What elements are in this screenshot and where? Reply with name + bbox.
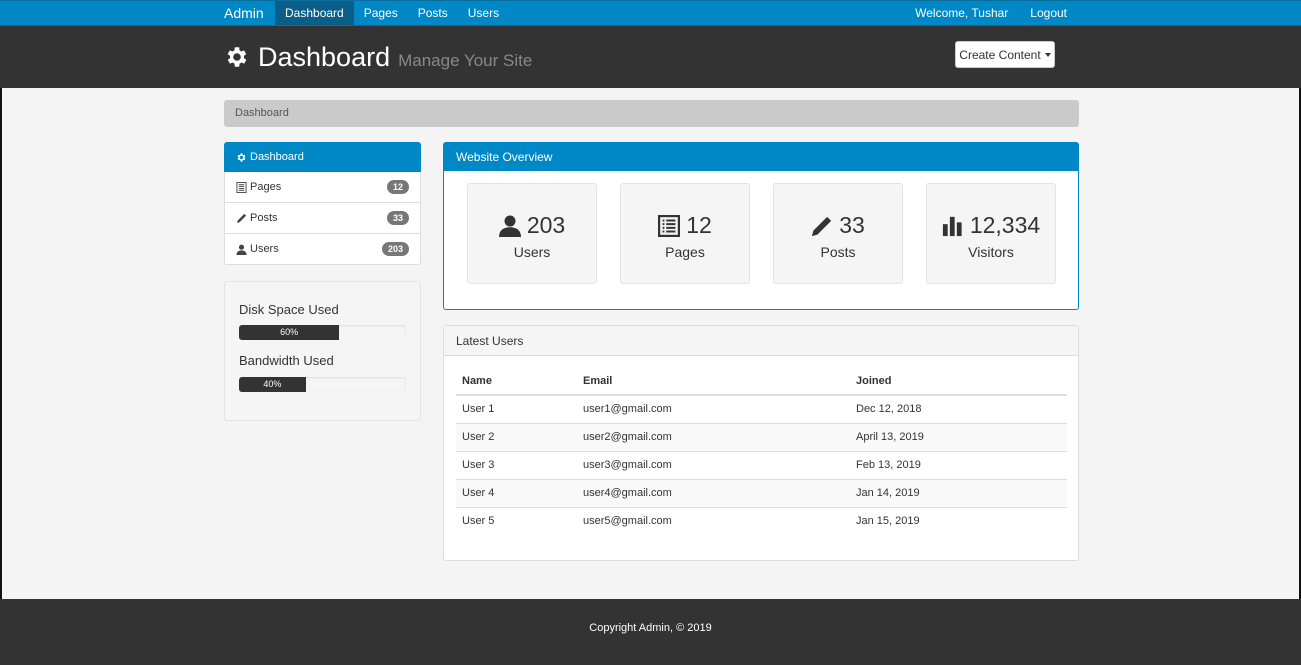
column-header: Joined <box>850 367 1067 396</box>
cell-email: user3@gmail.com <box>577 450 850 479</box>
brand-link[interactable]: Admin <box>224 1 264 25</box>
stat-label: Users <box>513 244 551 260</box>
cell-name: User 5 <box>456 506 577 535</box>
cell-email: user5@gmail.com <box>577 506 850 535</box>
breadcrumb: Dashboard <box>224 100 1079 127</box>
sidebar-menu: Dashboard Pages 12 Posts 33 Users 203 <box>224 142 421 265</box>
stat-posts: 33 Posts <box>773 183 903 284</box>
sidebar-item-label: Pages <box>250 181 282 193</box>
list-icon <box>236 181 247 193</box>
cell-name: User 1 <box>456 394 577 423</box>
stat-value: 203 <box>526 212 566 238</box>
column-header: Email <box>577 367 850 396</box>
caret-down-icon <box>1044 52 1051 57</box>
stat-label: Posts <box>820 244 856 260</box>
cell-joined: Feb 13, 2019 <box>850 450 1067 479</box>
page-title: Dashboard <box>258 42 391 72</box>
sidebar-item-posts[interactable]: Posts 33 <box>224 203 421 234</box>
page-header: Dashboard Manage Your Site Create Conten… <box>0 26 1301 88</box>
user-icon <box>498 215 521 237</box>
stats-row: 203 Users 12 Pages 33 Posts 12,334 Visit… <box>467 183 1056 284</box>
table-row: User 2 user2@gmail.com April 13, 2019 <box>456 422 1067 451</box>
cell-joined: Jan 15, 2019 <box>850 506 1067 535</box>
disk-space-label: Disk Space Used <box>239 302 339 317</box>
table-row: User 1 user1@gmail.com Dec 12, 2018 <box>456 394 1067 423</box>
nav-users[interactable]: Users <box>458 1 509 25</box>
cell-email: user1@gmail.com <box>577 394 850 423</box>
bandwidth-progress-bar: 40% <box>239 377 306 392</box>
nav-pages[interactable]: Pages <box>354 1 408 25</box>
users-table: Name Email Joined User 1 user1@gmail.com… <box>456 367 1067 535</box>
welcome-link[interactable]: Welcome, Tushar <box>904 1 1019 25</box>
bar-chart-icon <box>942 216 962 236</box>
table-row: User 4 user4@gmail.com Jan 14, 2019 <box>456 478 1067 507</box>
gear-icon <box>224 44 250 70</box>
pencil-icon <box>812 216 832 236</box>
cell-joined: Jan 14, 2019 <box>850 478 1067 507</box>
sidebar-item-label: Users <box>250 243 279 255</box>
sidebar-item-pages[interactable]: Pages 12 <box>224 172 421 203</box>
logout-link[interactable]: Logout <box>1019 1 1078 25</box>
stat-users: 203 Users <box>467 183 597 284</box>
panel-heading: Website Overview <box>444 143 1078 171</box>
stat-label: Visitors <box>968 244 1014 260</box>
cell-email: user2@gmail.com <box>577 422 850 451</box>
bandwidth-progress: 40% <box>239 377 406 392</box>
nav-posts[interactable]: Posts <box>408 1 458 25</box>
create-content-label: Create Content <box>959 47 1041 62</box>
table-row: User 5 user5@gmail.com Jan 15, 2019 <box>456 506 1067 535</box>
pencil-icon <box>236 213 247 224</box>
panel-heading: Latest Users <box>444 326 1078 356</box>
table-header-row: Name Email Joined <box>456 367 1067 396</box>
cell-name: User 3 <box>456 450 577 479</box>
sidebar-item-label: Posts <box>250 212 278 224</box>
sidebar-item-dashboard[interactable]: Dashboard <box>224 142 421 172</box>
stat-value: 33 <box>839 212 865 238</box>
bandwidth-label: Bandwidth Used <box>239 353 334 368</box>
stat-visitors: 12,334 Visitors <box>926 183 1056 284</box>
cell-name: User 2 <box>456 422 577 451</box>
cell-joined: April 13, 2019 <box>850 422 1067 451</box>
page-subtitle: Manage Your Site <box>398 51 533 70</box>
disk-space-progress-bar: 60% <box>239 325 340 340</box>
stat-label: Pages <box>665 244 705 260</box>
stat-value: 12 <box>686 212 712 238</box>
top-navbar: Admin Dashboard Pages Posts Users Welcom… <box>0 0 1301 26</box>
cell-email: user4@gmail.com <box>577 478 850 507</box>
count-badge: 12 <box>386 180 409 194</box>
nav-right: Welcome, Tushar Logout <box>904 1 1078 25</box>
list-icon <box>658 214 681 237</box>
stat-value: 12,334 <box>969 212 1041 238</box>
latest-users-panel: Latest Users Name Email Joined User 1 us… <box>443 325 1079 561</box>
disk-space-progress: 60% <box>239 325 406 340</box>
nav-links: Dashboard Pages Posts Users <box>275 1 509 25</box>
create-content-button[interactable]: Create Content <box>955 41 1055 68</box>
gear-icon <box>236 152 247 163</box>
cell-name: User 4 <box>456 478 577 507</box>
nav-dashboard[interactable]: Dashboard <box>275 1 354 25</box>
header-title: Dashboard Manage Your Site <box>224 40 532 73</box>
footer: Copyright Admin, © 2019 <box>0 599 1301 665</box>
user-icon <box>236 244 247 255</box>
website-overview-panel: Website Overview 203 Users 12 Pages 33 P… <box>443 142 1079 310</box>
usage-well: Disk Space Used 60% Bandwidth Used 40% <box>224 281 421 421</box>
column-header: Name <box>456 367 577 396</box>
stat-pages: 12 Pages <box>620 183 750 284</box>
table-row: User 3 user3@gmail.com Feb 13, 2019 <box>456 450 1067 479</box>
sidebar-item-label: Dashboard <box>250 151 304 163</box>
cell-joined: Dec 12, 2018 <box>850 394 1067 423</box>
count-badge: 33 <box>386 211 409 225</box>
sidebar-item-users[interactable]: Users 203 <box>224 234 421 265</box>
count-badge: 203 <box>381 242 409 256</box>
